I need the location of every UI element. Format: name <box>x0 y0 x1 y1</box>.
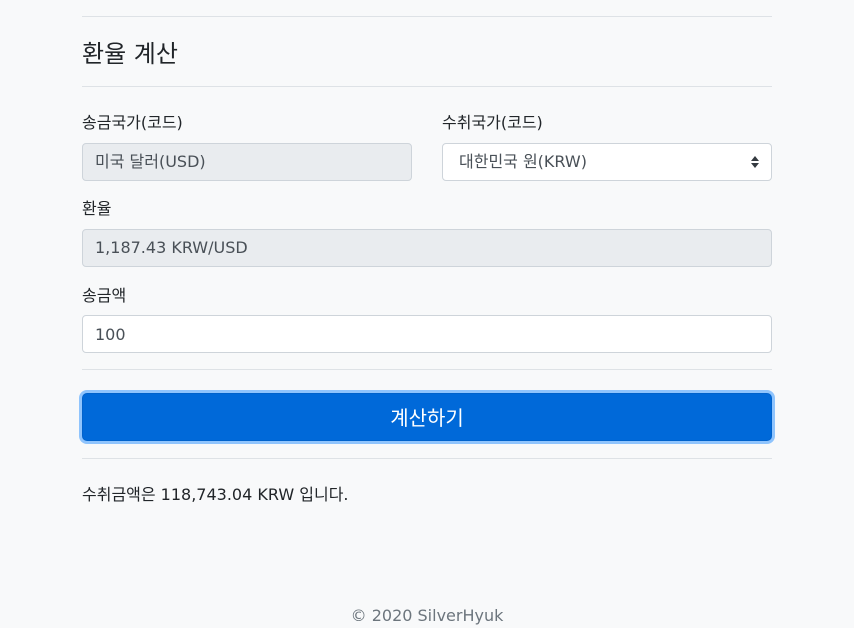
receiver-country-label: 수취국가(코드) <box>442 113 543 132</box>
footer-copyright: © 2020 SilverHyuk <box>350 606 504 625</box>
form-divider <box>82 369 772 370</box>
select-arrows-icon <box>751 156 759 168</box>
top-divider <box>82 16 772 17</box>
send-amount-label: 송금액 <box>82 286 127 305</box>
receiver-country-select[interactable]: 대한민국 원(KRW) <box>442 143 772 181</box>
sender-country-label: 송금국가(코드) <box>82 113 183 132</box>
receiver-country-value: 대한민국 원(KRW) <box>459 152 587 171</box>
exchange-rate-field: 1,187.43 KRW/USD <box>82 229 772 267</box>
title-divider <box>82 86 772 87</box>
result-divider <box>82 458 772 459</box>
calculate-button[interactable]: 계산하기 <box>82 393 772 441</box>
sender-country-field: 미국 달러(USD) <box>82 143 412 181</box>
exchange-rate-label: 환율 <box>82 199 112 218</box>
result-text: 수취금액은 118,743.04 KRW 입니다. <box>82 485 349 504</box>
send-amount-input[interactable] <box>82 315 772 353</box>
page-title: 환율 계산 <box>82 40 178 68</box>
